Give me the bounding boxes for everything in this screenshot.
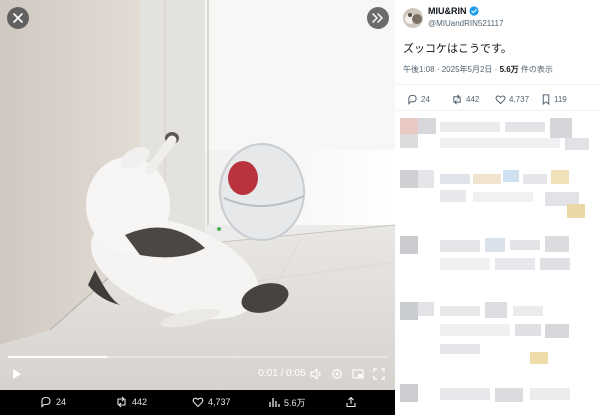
author-name[interactable]: MIU&RIN [428, 6, 479, 16]
meta-separator: · [436, 65, 440, 74]
tweet-time[interactable]: 午後1:08 [403, 65, 435, 74]
tweet-meta: 午後1:08 · 2025年5月2日 · 5.6万 件の表示 [403, 64, 553, 75]
play-button[interactable] [10, 366, 24, 382]
video-controls: 0:01 / 0:05 [0, 362, 395, 386]
media-viewer: 0:01 / 0:05 24 442 4,737 5.6万 [0, 0, 395, 415]
views-icon [269, 398, 280, 407]
video-progress-fill [8, 356, 107, 358]
tweet-views-count[interactable]: 5.6万 [500, 65, 519, 74]
share-button[interactable] [345, 394, 357, 410]
like-icon [495, 95, 506, 104]
settings-icon [332, 369, 342, 379]
reply-button[interactable]: 24 [40, 394, 66, 410]
next-media-button[interactable] [367, 7, 389, 29]
chevron-right-icon [372, 13, 383, 23]
meta-separator-2: · [494, 65, 498, 74]
author-name-text: MIU&RIN [428, 6, 467, 16]
divider [395, 84, 600, 85]
like-count: 4,737 [208, 397, 231, 407]
verified-badge-icon [468, 6, 479, 16]
settings-button[interactable] [330, 366, 344, 382]
tweet-bookmark-count: 119 [554, 94, 567, 104]
share-icon [346, 396, 356, 408]
tweet-reply-count: 24 [421, 94, 430, 104]
fullscreen-button[interactable] [372, 366, 386, 382]
tweet-like-count: 4,737 [509, 94, 530, 104]
views-button[interactable]: 5.6万 [268, 394, 306, 410]
repost-icon [453, 94, 461, 104]
fullscreen-icon [373, 368, 385, 380]
volume-icon [309, 368, 321, 380]
play-icon [13, 369, 21, 379]
tweet-like-button[interactable]: 4,737 [495, 91, 529, 107]
video-frame [0, 0, 395, 390]
tweet-date[interactable]: 2025年5月2日 [442, 65, 493, 74]
repost-button[interactable]: 442 [115, 394, 147, 410]
like-icon [192, 397, 204, 408]
avatar[interactable] [403, 8, 423, 28]
blurred-replies [395, 112, 600, 415]
tweet-repost-button[interactable]: 442 [451, 91, 479, 107]
reply-count: 24 [56, 397, 67, 407]
divider [395, 110, 600, 111]
repost-icon [117, 396, 126, 408]
video-progress-bar[interactable] [8, 356, 388, 358]
reply-icon [41, 396, 51, 408]
bookmark-icon [542, 93, 550, 105]
tweet-repost-count: 442 [466, 94, 480, 104]
close-button[interactable] [7, 7, 29, 29]
tweet-reply-button[interactable]: 24 [407, 91, 430, 107]
tweet-views-suffix: 件の表示 [520, 65, 553, 74]
video-player[interactable]: 0:01 / 0:05 [0, 0, 395, 390]
reply-icon [408, 94, 417, 105]
volume-button[interactable] [309, 366, 323, 382]
author-handle[interactable]: @MIUandRIN521117 [428, 19, 503, 28]
close-icon [13, 13, 23, 23]
tweet-panel: MIU&RIN @MIUandRIN521117 ズッコケはこうです。 午後1:… [395, 0, 600, 415]
tweet-bookmark-button[interactable]: 119 [541, 91, 567, 107]
blurred-replies-mosaic [400, 118, 589, 402]
like-button[interactable]: 4,737 [192, 394, 231, 410]
repost-count: 442 [132, 397, 148, 407]
picture-in-picture-icon [352, 369, 364, 379]
video-time: 0:01 / 0:05 [258, 368, 306, 379]
views-count: 5.6万 [284, 397, 306, 408]
media-action-bar: 24 442 4,737 5.6万 [0, 390, 395, 415]
tweet-stats: 24 442 4,737 119 [395, 90, 600, 108]
avatar-image [403, 8, 423, 28]
tweet-text: ズッコケはこうです。 [403, 43, 512, 55]
picture-in-picture-button[interactable] [351, 366, 365, 382]
